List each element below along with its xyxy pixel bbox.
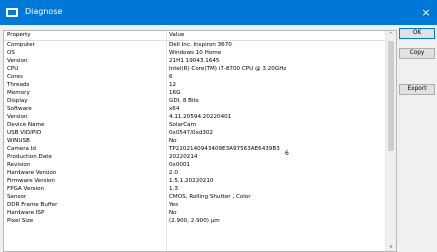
property-cell: Pixel Size [7, 218, 34, 224]
column-header-property[interactable]: Property [7, 31, 31, 40]
value-cell: SolarCam [169, 122, 197, 128]
scroll-thumb[interactable] [388, 41, 394, 151]
value-cell: Intel(R) Core(TM) i7-8700 CPU @ 3.20GHz [169, 66, 287, 72]
property-cell: WINUSB [7, 138, 30, 144]
table-row[interactable]: Production Date 20220214 [4, 153, 386, 161]
value-cell: 0x0547/0xd302 [169, 130, 214, 136]
property-table: Property Value Computer Dell Inc. Inspiro… [3, 30, 397, 252]
value-cell: 2.0 [169, 170, 178, 176]
value-cell: 4.11.20594.20220401 [169, 114, 232, 120]
table-row[interactable]: DDR Frame Buffer Yes [4, 201, 386, 209]
value-cell: TP2202140943409E3A97563AE6439B3 [169, 146, 280, 152]
table-row[interactable]: Software x64 [4, 105, 386, 113]
property-cell: Display [7, 98, 28, 104]
table-row[interactable]: Display GDI, 8 Bits [4, 97, 386, 105]
table-row[interactable]: Camera Id TP2202140943409E3A97563AE6439B3 [4, 145, 386, 153]
value-cell: No [169, 210, 177, 216]
table-grid: Property Value Computer Dell Inc. Inspiro… [4, 31, 386, 225]
property-cell: Camera Id [7, 146, 36, 152]
title-bar: Diagnose × [0, 0, 437, 25]
table-row[interactable]: Memory 16G [4, 89, 386, 97]
table-row[interactable]: Version 4.11.20594.20220401 [4, 113, 386, 121]
table-row[interactable]: CPU Intel(R) Core(TM) i7-8700 CPU @ 3.20G… [4, 65, 386, 73]
value-cell: Dell Inc. Inspiron 3670 [169, 42, 232, 48]
value-cell: No [169, 138, 177, 144]
property-cell: Hardware Version [7, 170, 57, 176]
table-row[interactable]: Pixel Size (2.900, 2.900) µm [4, 217, 386, 225]
table-row[interactable]: Hardware Version 2.0 [4, 169, 386, 177]
value-cell: GDI, 8 Bits [169, 98, 199, 104]
value-cell: 20220214 [169, 154, 198, 160]
property-cell: Sensor [7, 194, 27, 200]
table-row[interactable]: Computer Dell Inc. Inspiron 3670 [4, 41, 386, 49]
value-cell: (2.900, 2.900) µm [169, 218, 220, 224]
table-row[interactable]: Sensor CMOS, Rolling Shutter , Color [4, 193, 386, 201]
property-cell: Software [7, 106, 32, 112]
table-row[interactable]: Version 21H1 19043.1645 [4, 57, 386, 65]
property-cell: Threads [7, 82, 30, 88]
table-row[interactable]: WINUSB No [4, 137, 386, 145]
property-cell: Hardware ISP [7, 210, 45, 216]
property-cell: CPU [7, 66, 19, 72]
property-cell: Version [7, 58, 28, 64]
value-cell: CMOS, Rolling Shutter , Color [169, 194, 251, 200]
table-row[interactable]: Hardware ISP No [4, 209, 386, 217]
property-cell: Production Date [7, 154, 52, 160]
table-rows: Computer Dell Inc. Inspiron 3670 OS Windows… [4, 41, 386, 225]
property-cell: DDR Frame Buffer [7, 202, 58, 208]
property-cell: Version [7, 114, 28, 120]
column-header-value[interactable]: Value [169, 31, 184, 40]
property-cell: Computer [7, 42, 35, 48]
table-row[interactable]: USB VID/PID 0x0547/0xd302 [4, 129, 386, 137]
stray-text: 6 [285, 150, 289, 157]
table-row[interactable]: Device Name SolarCam [4, 121, 386, 129]
property-cell: FPGA Version [7, 186, 45, 192]
value-cell: 21H1 19043.1645 [169, 58, 220, 64]
export-button[interactable]: Export [399, 84, 435, 95]
value-cell: Yes [169, 202, 179, 208]
table-row[interactable]: Cores 6 [4, 73, 386, 81]
value-cell: 1.5.1.20220210 [169, 178, 214, 184]
ok-button[interactable]: OK [399, 28, 435, 39]
value-cell: Windows 10 Home [169, 50, 222, 56]
property-cell: OS [7, 50, 15, 56]
property-cell: Device Name [7, 122, 45, 128]
property-cell: USB VID/PID [7, 130, 42, 136]
value-cell: x64 [169, 106, 180, 112]
vertical-scrollbar[interactable]: ^ v [385, 31, 396, 251]
property-cell: Cores [7, 74, 23, 80]
scroll-up-icon[interactable]: ^ [386, 31, 396, 39]
value-cell: 12 [169, 82, 177, 88]
table-row[interactable]: Firmware Version 1.5.1.20220210 [4, 177, 386, 185]
value-cell: 16G [169, 90, 181, 96]
table-row[interactable]: FPGA Version 1.3 [4, 185, 386, 193]
table-header: Property Value [4, 31, 386, 41]
table-row[interactable]: Revision 0x0001 [4, 161, 386, 169]
property-cell: Memory [7, 90, 30, 96]
copy-button[interactable]: Copy [399, 48, 435, 59]
value-cell: 0x0001 [169, 162, 191, 168]
close-button[interactable]: × [415, 0, 437, 25]
app-window-icon [6, 8, 18, 17]
property-cell: Firmware Version [7, 178, 55, 184]
table-row[interactable]: OS Windows 10 Home [4, 49, 386, 57]
property-cell: Revision [7, 162, 31, 168]
value-cell: 1.3 [169, 186, 178, 192]
window-title: Diagnose [25, 7, 63, 16]
value-cell: 6 [169, 74, 173, 80]
scroll-down-icon[interactable]: v [386, 243, 396, 251]
table-row[interactable]: Threads 12 [4, 81, 386, 89]
